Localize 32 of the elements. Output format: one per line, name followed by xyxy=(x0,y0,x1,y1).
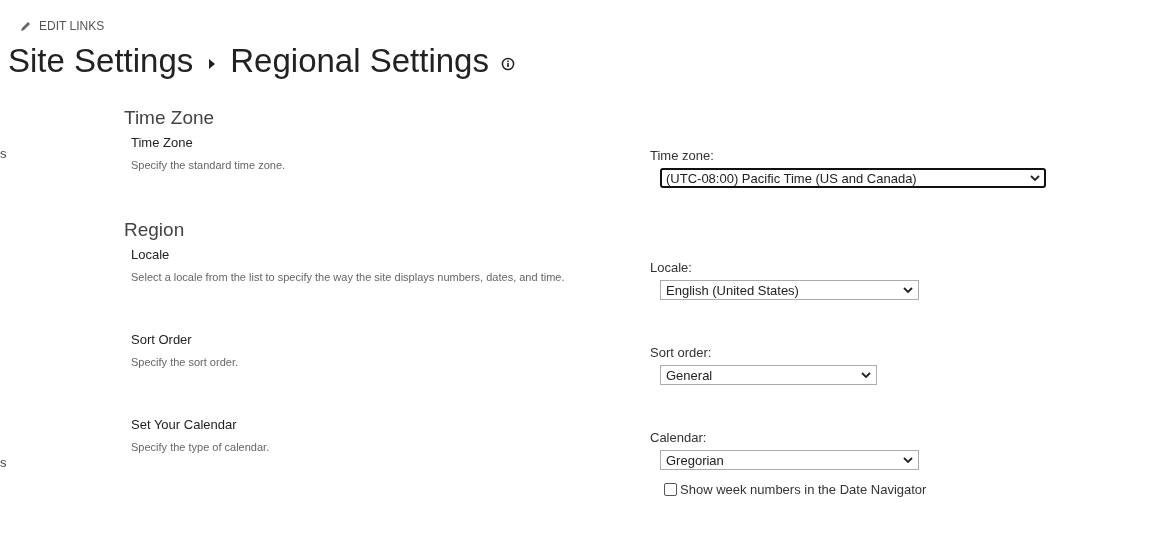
dropdown[interactable]: Gregorian xyxy=(660,450,919,470)
section-heading: Region xyxy=(124,219,186,241)
setting-description: Specify the type of calendar. xyxy=(131,440,271,454)
pencil-icon xyxy=(20,20,32,32)
field-label: Locale: xyxy=(650,260,693,276)
checkbox-label: Show week numbers in the Date Navigator xyxy=(680,482,927,497)
chevron-icon xyxy=(1030,175,1040,181)
edit-links-link[interactable]: EDIT LINKS xyxy=(20,19,105,33)
nav-link[interactable]: s xyxy=(0,455,7,470)
setting-title: Sort Order xyxy=(131,331,193,349)
chevron-icon xyxy=(903,457,913,463)
setting-title: Set Your Calendar xyxy=(131,416,238,434)
info-icon xyxy=(500,57,515,71)
field-label: Sort order: xyxy=(650,345,713,361)
setting-title: Time Zone xyxy=(131,134,194,152)
breadcrumb-link[interactable]: Site Settings xyxy=(8,41,194,81)
field-label: Time zone: xyxy=(650,148,715,164)
setting-description: Select a locale from the list to specify the way the site displays numbers, dates, and time. xyxy=(131,270,566,284)
setting-title: Locale xyxy=(131,246,171,264)
chevron-icon xyxy=(903,287,913,293)
field-label: Calendar: xyxy=(650,430,708,446)
page-title: Regional Settings xyxy=(230,41,489,81)
checkbox[interactable] xyxy=(664,483,677,496)
dropdown[interactable]: English (United States) xyxy=(660,280,919,300)
nav-link[interactable]: s xyxy=(0,146,7,161)
chevron-icon xyxy=(861,372,871,378)
section-heading: Time Zone xyxy=(124,107,216,129)
dropdown[interactable]: (UTC-08:00) Pacific Time (US and Canada) xyxy=(660,168,1046,188)
setting-description: Specify the standard time zone. xyxy=(131,158,287,172)
setting-description: Specify the sort order. xyxy=(131,355,239,369)
breadcrumb-arrow-icon xyxy=(209,59,216,69)
dropdown[interactable]: General xyxy=(660,365,877,385)
